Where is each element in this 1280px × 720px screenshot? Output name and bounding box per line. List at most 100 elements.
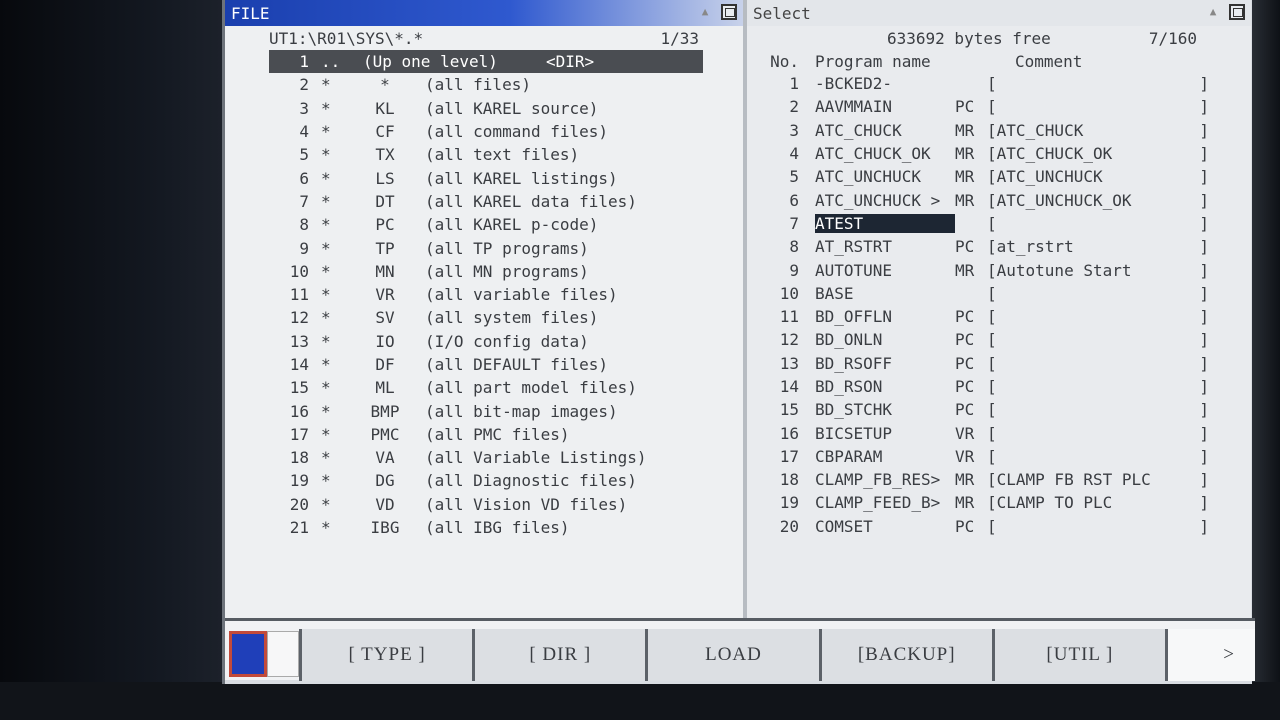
file-row[interactable]: 6 * LS (all KAREL listings) — [269, 166, 703, 189]
file-row[interactable]: 5 * TX (all text files) — [269, 143, 703, 166]
program-type: MR — [955, 120, 975, 140]
file-row-extension: VA — [375, 448, 395, 468]
file-row-number: 9 — [299, 238, 309, 258]
scroll-up-icon[interactable]: ▲ — [697, 4, 713, 20]
file-path: UT1:\R01\SYS\*.* — [269, 29, 424, 48]
file-row[interactable]: 18 * VA (all Variable Listings) — [269, 446, 703, 469]
program-row[interactable]: 17 CBPARAM VR [] — [767, 445, 1227, 468]
file-row-extension: PC — [375, 215, 395, 235]
dir-button[interactable]: [ DIR ] — [472, 629, 646, 681]
program-name: BD_RSON — [815, 377, 883, 396]
file-row[interactable]: 20 * VD (all Vision VD files) — [269, 493, 703, 516]
comment-open-bracket: [ — [987, 423, 997, 443]
program-row[interactable]: 4 ATC_CHUCK_OK MR [ATC_CHUCK_OK] — [767, 142, 1227, 165]
comment-open-bracket: [ — [987, 516, 997, 536]
comment-close-bracket: ] — [1199, 190, 1209, 210]
file-row[interactable]: 1.. (Up one level) <DIR> — [269, 50, 703, 74]
file-row-number: 2 — [299, 75, 309, 95]
program-row[interactable]: 18 CLAMP_FB_RES> MR [CLAMP FB RST PLC] — [767, 468, 1227, 491]
program-row[interactable]: 12 BD_ONLN PC [] — [767, 328, 1227, 351]
file-row[interactable]: 4 * CF (all command files) — [269, 120, 703, 143]
file-row[interactable]: 9 * TP (all TP programs) — [269, 236, 703, 259]
program-row[interactable]: 1 -BCKED2- [] — [767, 72, 1227, 95]
select-pane-titlebar[interactable]: Select ▲ — [747, 0, 1251, 26]
util-button[interactable]: [UTIL ] — [991, 629, 1166, 681]
file-row[interactable]: 13 * IO (I/O config data) — [269, 330, 703, 353]
next-page-button[interactable]: > — [1165, 629, 1256, 681]
file-row[interactable]: 7 * DT (all KAREL data files) — [269, 190, 703, 213]
program-row[interactable]: 11 BD_OFFLN PC [] — [767, 305, 1227, 328]
file-row-extension: PMC — [370, 424, 400, 444]
program-row[interactable]: 5 ATC_UNCHUCK MR [ATC_UNCHUCK] — [767, 165, 1227, 188]
select-pane[interactable]: Select ▲ 633692 bytes free 7/160 No. Pro… — [747, 0, 1251, 618]
program-type: PC — [955, 330, 975, 350]
file-row-description: (all bit-map images) — [425, 401, 618, 421]
status-indicator — [229, 631, 267, 677]
type-button[interactable]: [ TYPE ] — [299, 629, 473, 681]
file-row[interactable]: 8 * PC (all KAREL p-code) — [269, 213, 703, 236]
program-row[interactable]: 7 ATEST [] — [767, 212, 1227, 235]
file-row[interactable]: 21 * IBG (all IBG files) — [269, 516, 703, 539]
program-name: ATC_UNCHUCK > — [815, 190, 941, 210]
program-row[interactable]: 19 CLAMP_FEED_B> MR [CLAMP TO PLC] — [767, 491, 1227, 514]
program-type: PC — [955, 353, 975, 373]
file-row-wildcard: * — [321, 494, 331, 514]
scroll-up-icon[interactable]: ▲ — [1205, 4, 1221, 20]
comment-close-bracket: ] — [1199, 516, 1209, 536]
file-row[interactable]: 19 * DG (all Diagnostic files) — [269, 469, 703, 492]
program-comment: [CLAMP TO PLC] — [987, 493, 1227, 512]
comment-open-bracket: [ — [987, 377, 997, 396]
comment-open-bracket: [Autotune Start — [987, 260, 1132, 280]
program-row[interactable]: 6 ATC_UNCHUCK > MR [ATC_UNCHUCK_OK] — [767, 188, 1227, 211]
file-row-wildcard: * — [321, 191, 331, 211]
program-row[interactable]: 2 AAVMMAIN PC [] — [767, 95, 1227, 118]
file-pane-titlebar[interactable]: FILE ▲ — [225, 0, 743, 26]
program-row[interactable]: 15 BD_STCHK PC [] — [767, 398, 1227, 421]
file-row[interactable]: 15 * ML (all part model files) — [269, 376, 703, 399]
comment-close-bracket: ] — [1199, 470, 1209, 490]
comment-open-bracket: [ATC_CHUCK — [987, 120, 1084, 140]
file-row[interactable]: 17 * PMC (all PMC files) — [269, 423, 703, 446]
file-row-wildcard: * — [321, 75, 331, 95]
program-row[interactable]: 13 BD_RSOFF PC [] — [767, 352, 1227, 375]
maximize-icon[interactable] — [1229, 4, 1245, 20]
program-row[interactable]: 20 COMSET PC [] — [767, 515, 1227, 538]
maximize-icon[interactable] — [721, 4, 737, 20]
file-row[interactable]: 14 * DF (all DEFAULT files) — [269, 353, 703, 376]
program-row[interactable]: 8 AT_RSTRT PC [at_rstrt] — [767, 235, 1227, 258]
file-position: 1/33 — [660, 29, 699, 48]
program-number: 16 — [779, 423, 799, 443]
header-program-name: Program name — [815, 52, 931, 71]
program-type: VR — [955, 446, 975, 466]
program-number: 9 — [789, 260, 799, 280]
file-row-number: 18 — [289, 448, 309, 468]
file-row-description: (all IBG files) — [425, 518, 570, 538]
file-row-number: 13 — [289, 331, 309, 351]
comment-open-bracket: [ATC_UNCHUCK — [987, 167, 1103, 187]
file-row-description: (all Variable Listings) — [425, 448, 647, 468]
load-button[interactable]: LOAD — [645, 629, 819, 681]
file-row[interactable]: 16 * BMP (all bit-map images) — [269, 399, 703, 422]
comment-open-bracket: [ — [987, 97, 997, 117]
program-number: 12 — [779, 330, 799, 350]
program-name: -BCKED2- — [815, 74, 893, 94]
file-pane[interactable]: FILE ▲ UT1:\R01\SYS\*.* 1/33 1.. (Up one … — [225, 0, 743, 618]
file-row[interactable]: 11 * VR (all variable files) — [269, 283, 703, 306]
program-row[interactable]: 3 ATC_CHUCK MR [ATC_CHUCK] — [767, 119, 1227, 142]
file-row[interactable]: 2 * * (all files) — [269, 73, 703, 96]
program-type: PC — [955, 237, 975, 257]
backup-button[interactable]: [BACKUP] — [818, 629, 992, 681]
file-row[interactable]: 3 * KL (all KAREL source) — [269, 97, 703, 120]
file-pane-title: FILE — [231, 3, 270, 23]
program-row[interactable]: 16 BICSETUP VR [] — [767, 421, 1227, 444]
file-row-wildcard: * — [321, 98, 331, 118]
file-row-wildcard: * — [321, 331, 331, 351]
file-row-wildcard: * — [321, 285, 331, 305]
file-row[interactable]: 12 * SV (all system files) — [269, 306, 703, 329]
program-row[interactable]: 10 BASE [] — [767, 282, 1227, 305]
program-row[interactable]: 14 BD_RSON PC [] — [767, 375, 1227, 398]
program-row[interactable]: 9 AUTOTUNE MR [Autotune Start] — [767, 258, 1227, 281]
pendant-screen: FILE ▲ UT1:\R01\SYS\*.* 1/33 1.. (Up one … — [222, 0, 1256, 684]
file-row-description: (all PMC files) — [425, 424, 570, 444]
file-row[interactable]: 10 * MN (all MN programs) — [269, 260, 703, 283]
